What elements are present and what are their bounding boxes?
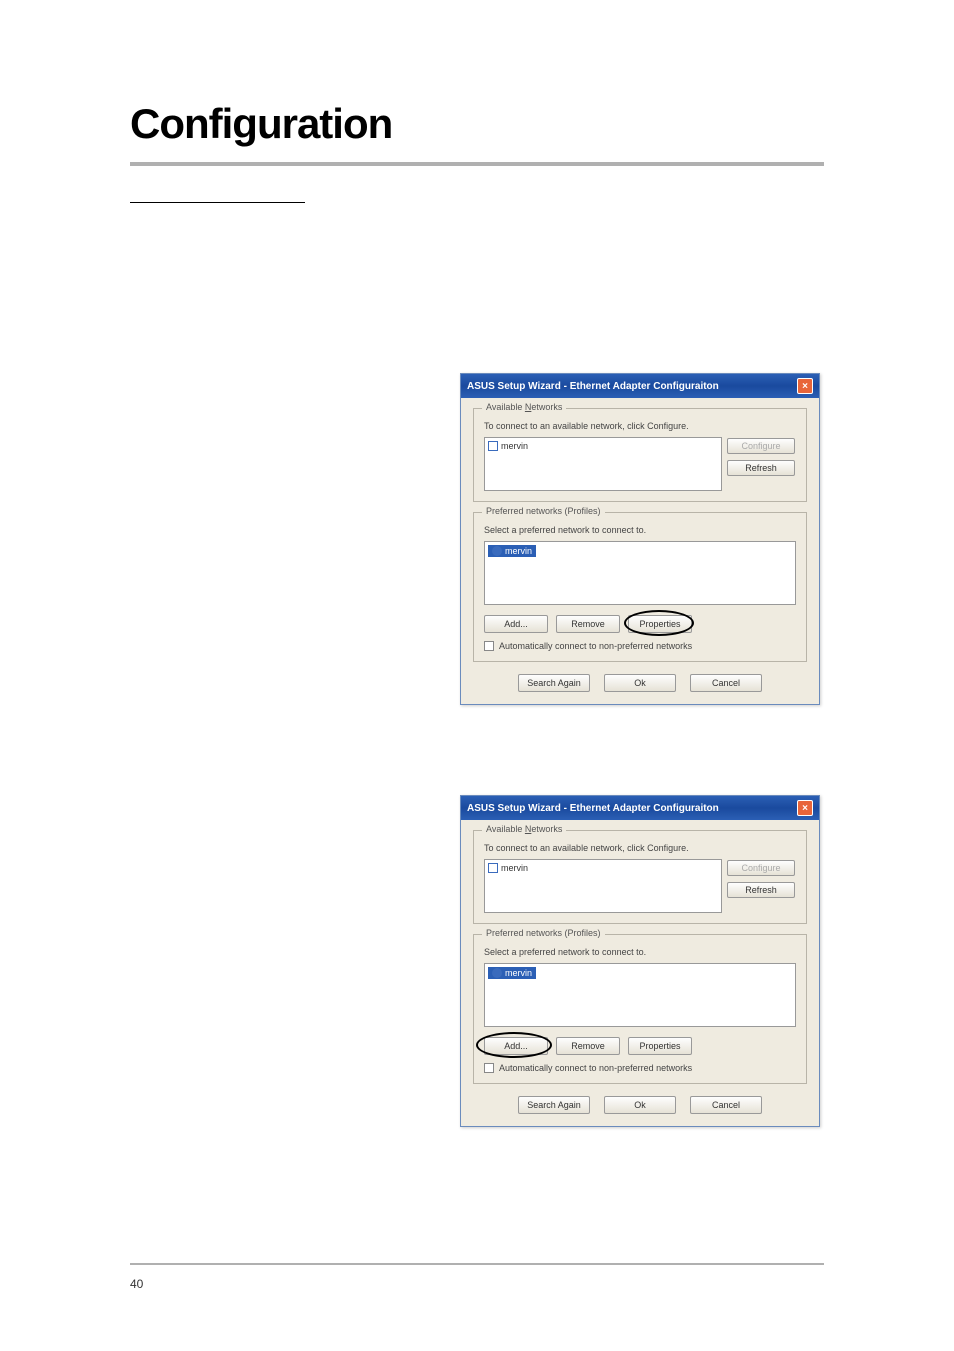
properties-button[interactable]: Properties — [628, 1037, 692, 1055]
add-button[interactable]: Add... — [484, 615, 548, 633]
network-icon — [492, 546, 502, 556]
wizard-window: ASUS Setup Wizard - Ethernet Adapter Con… — [460, 795, 820, 1127]
auto-connect-checkbox[interactable] — [484, 1063, 494, 1073]
close-icon[interactable]: × — [797, 800, 813, 816]
close-icon[interactable]: × — [797, 378, 813, 394]
preferred-networks-label: Preferred networks (Profiles) — [482, 928, 605, 938]
screenshot-2: ASUS Setup Wizard - Ethernet Adapter Con… — [460, 795, 824, 1127]
list-item[interactable]: mervin — [488, 441, 718, 451]
auto-connect-label: Automatically connect to non-preferred n… — [499, 1063, 692, 1073]
cancel-button[interactable]: Cancel — [690, 1096, 762, 1114]
subtitle-underline — [130, 202, 305, 203]
window-titlebar: ASUS Setup Wizard - Ethernet Adapter Con… — [461, 374, 819, 398]
available-networks-list[interactable]: mervin Configure Refresh — [484, 859, 722, 913]
ok-button[interactable]: Ok — [604, 1096, 676, 1114]
footer-divider — [130, 1263, 824, 1265]
available-networks-group: Available Networks To connect to an avai… — [473, 830, 807, 924]
auto-connect-row[interactable]: Automatically connect to non-preferred n… — [484, 1063, 796, 1073]
preferred-desc: Select a preferred network to connect to… — [484, 947, 796, 957]
preferred-networks-label: Preferred networks (Profiles) — [482, 506, 605, 516]
network-name: mervin — [505, 546, 532, 556]
ok-button[interactable]: Ok — [604, 674, 676, 692]
network-name: mervin — [501, 863, 528, 873]
available-networks-label: Available Networks — [482, 402, 566, 412]
preferred-desc: Select a preferred network to connect to… — [484, 525, 796, 535]
screenshot-1: ASUS Setup Wizard - Ethernet Adapter Con… — [460, 373, 824, 705]
search-again-button[interactable]: Search Again — [518, 674, 590, 692]
network-name: mervin — [501, 441, 528, 451]
add-button[interactable]: Add... — [484, 1037, 548, 1055]
network-icon — [488, 863, 498, 873]
heading-divider — [130, 162, 824, 166]
cancel-button[interactable]: Cancel — [690, 674, 762, 692]
auto-connect-label: Automatically connect to non-preferred n… — [499, 641, 692, 651]
available-desc: To connect to an available network, clic… — [484, 843, 796, 853]
wizard-window: ASUS Setup Wizard - Ethernet Adapter Con… — [460, 373, 820, 705]
refresh-button[interactable]: Refresh — [727, 882, 795, 898]
available-desc: To connect to an available network, clic… — [484, 421, 796, 431]
available-networks-group: Available Networks To connect to an avai… — [473, 408, 807, 502]
search-again-button[interactable]: Search Again — [518, 1096, 590, 1114]
configure-button[interactable]: Configure — [727, 860, 795, 876]
remove-button[interactable]: Remove — [556, 615, 620, 633]
auto-connect-checkbox[interactable] — [484, 641, 494, 651]
available-networks-list[interactable]: mervin Configure Refresh — [484, 437, 722, 491]
preferred-networks-list[interactable]: mervin — [484, 963, 796, 1027]
preferred-networks-group: Preferred networks (Profiles) Select a p… — [473, 934, 807, 1084]
network-icon — [492, 968, 502, 978]
properties-button[interactable]: Properties — [628, 615, 692, 633]
configure-button[interactable]: Configure — [727, 438, 795, 454]
list-item[interactable]: mervin — [488, 863, 718, 873]
preferred-networks-list[interactable]: mervin — [484, 541, 796, 605]
list-item[interactable]: mervin — [488, 545, 536, 557]
window-title: ASUS Setup Wizard - Ethernet Adapter Con… — [467, 803, 719, 814]
page-number: 40 — [130, 1277, 143, 1291]
network-name: mervin — [505, 968, 532, 978]
window-titlebar: ASUS Setup Wizard - Ethernet Adapter Con… — [461, 796, 819, 820]
remove-button[interactable]: Remove — [556, 1037, 620, 1055]
auto-connect-row[interactable]: Automatically connect to non-preferred n… — [484, 641, 796, 651]
available-networks-label: Available Networks — [482, 824, 566, 834]
list-item[interactable]: mervin — [488, 967, 536, 979]
refresh-button[interactable]: Refresh — [727, 460, 795, 476]
preferred-networks-group: Preferred networks (Profiles) Select a p… — [473, 512, 807, 662]
page-heading: Configuration — [130, 100, 824, 148]
window-title: ASUS Setup Wizard - Ethernet Adapter Con… — [467, 381, 719, 392]
network-icon — [488, 441, 498, 451]
